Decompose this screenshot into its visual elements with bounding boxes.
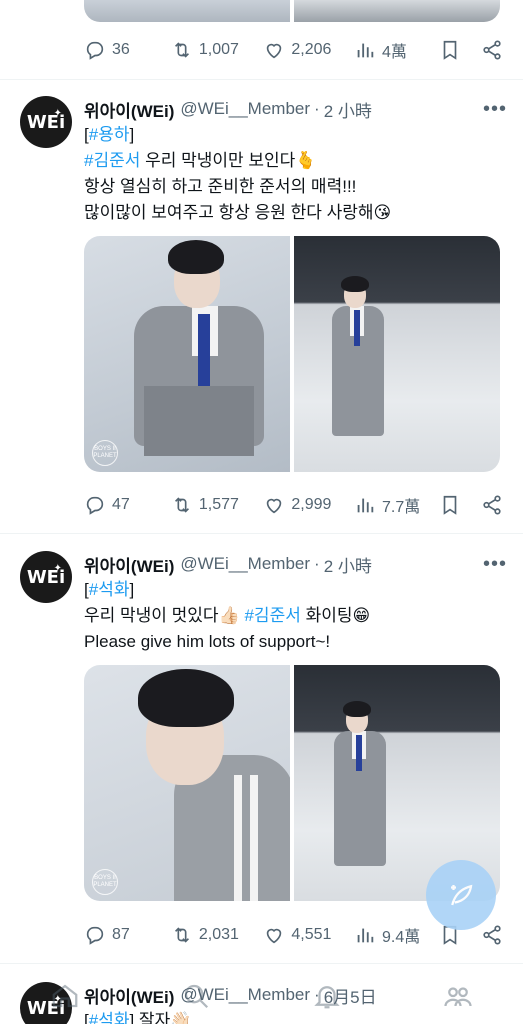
author-name[interactable]: 위아이(WEi): [84, 97, 174, 122]
reply-count: 87: [112, 926, 130, 943]
retweet-icon: [174, 42, 189, 58]
notifications-icon[interactable]: [312, 981, 342, 1011]
share-icon[interactable]: [481, 39, 503, 61]
views-count: 4萬: [382, 44, 407, 61]
avatar[interactable]: WEi ✦: [20, 96, 72, 148]
like-count: 2,999: [291, 496, 332, 513]
share-icon[interactable]: [481, 494, 503, 516]
reply-icon: [86, 926, 104, 945]
hashtag-link[interactable]: #김준서: [84, 151, 140, 170]
hashtag-link[interactable]: #김준서: [244, 606, 300, 625]
retweet-button[interactable]: 1,007: [171, 39, 264, 61]
search-icon[interactable]: [181, 981, 211, 1011]
separator: ·: [314, 99, 320, 118]
separator: ·: [314, 554, 320, 573]
communities-icon[interactable]: [443, 981, 473, 1011]
reply-button[interactable]: 36: [84, 39, 171, 61]
prev-tweet-media[interactable]: [84, 0, 500, 22]
hashtag-link[interactable]: #석화: [89, 580, 130, 599]
retweet-button[interactable]: 1,577: [171, 494, 264, 516]
hashtag-link[interactable]: #용하: [89, 125, 130, 144]
tweet-2[interactable]: WEi ✦ 위아이(WEi) @WEi__Member · 2 小時 ••• [#…: [0, 541, 523, 901]
tweet-text: [#석화] 우리 막냉이 멋있다👍🏻 #김준서 화이팅😁 Please give…: [84, 580, 371, 651]
photo[interactable]: BOYS II PLANET: [84, 665, 290, 901]
author-handle[interactable]: @WEi__Member: [180, 554, 310, 574]
timestamp[interactable]: 2 小時: [324, 552, 372, 577]
retweet-count: 1,577: [198, 496, 239, 513]
like-button[interactable]: 2,206: [263, 39, 354, 61]
author-name[interactable]: 위아이(WEi): [84, 552, 174, 577]
author-handle[interactable]: @WEi__Member: [180, 99, 310, 119]
bookmark-icon[interactable]: [439, 39, 461, 61]
views-button[interactable]: 9.4萬: [354, 923, 439, 947]
star-icon: ✦: [53, 108, 62, 119]
tweet-1[interactable]: WEi ✦ 위아이(WEi) @WEi__Member · 2 小時 ••• [#…: [0, 86, 523, 472]
divider: [0, 79, 523, 80]
tweet-media[interactable]: BOYS II PLANET: [84, 665, 500, 901]
retweet-button[interactable]: 2,031: [171, 924, 264, 946]
reply-button[interactable]: 47: [84, 494, 171, 516]
divider: [0, 963, 523, 964]
reply-icon: [86, 496, 104, 515]
views-button[interactable]: 7.7萬: [354, 493, 439, 517]
like-count: 4,551: [291, 926, 332, 943]
reply-count: 47: [112, 496, 130, 513]
like-button[interactable]: 4,551: [263, 924, 354, 946]
tweet-text: [#용하] #김준서 우리 막냉이만 보인다🫰 항상 열심히 하고 준비한 준서…: [84, 125, 392, 222]
reply-count: 36: [112, 41, 130, 58]
reply-button[interactable]: 87: [84, 924, 171, 946]
more-icon[interactable]: •••: [483, 553, 507, 576]
bottom-nav: [0, 968, 523, 1024]
watermark-logo: BOYS II PLANET: [92, 869, 118, 895]
like-icon: [267, 43, 282, 59]
avatar[interactable]: WEi ✦: [20, 551, 72, 603]
star-icon: ✦: [53, 563, 62, 574]
bookmark-icon[interactable]: [439, 494, 461, 516]
like-icon: [267, 498, 282, 514]
tweet-1-actions: 47 1,577 2,999 7.7萬: [0, 485, 523, 525]
photo[interactable]: [294, 236, 500, 472]
more-icon[interactable]: •••: [483, 98, 507, 121]
retweet-icon: [174, 927, 189, 943]
retweet-count: 1,007: [198, 41, 239, 58]
views-count: 7.7萬: [382, 499, 421, 516]
timestamp[interactable]: 2 小時: [324, 97, 372, 122]
tweet-media[interactable]: BOYS II PLANET: [84, 236, 500, 472]
views-button[interactable]: 4萬: [354, 38, 439, 62]
share-icon[interactable]: [481, 924, 503, 946]
views-count: 9.4萬: [382, 929, 421, 946]
retweet-icon: [174, 497, 189, 513]
home-icon[interactable]: [50, 981, 80, 1011]
compose-button[interactable]: [426, 860, 496, 930]
prev-tweet-actions: 36 1,007 2,206 4萬: [0, 30, 523, 70]
reply-icon: [86, 41, 104, 60]
views-icon: [357, 43, 374, 58]
like-icon: [267, 928, 282, 944]
views-icon: [357, 498, 374, 513]
views-icon: [357, 928, 374, 943]
like-count: 2,206: [291, 41, 332, 58]
retweet-count: 2,031: [198, 926, 239, 943]
divider: [0, 533, 523, 534]
photo[interactable]: BOYS II PLANET: [84, 236, 290, 472]
compose-icon: [451, 884, 473, 906]
like-button[interactable]: 2,999: [263, 494, 354, 516]
watermark-logo: BOYS II PLANET: [92, 440, 118, 466]
